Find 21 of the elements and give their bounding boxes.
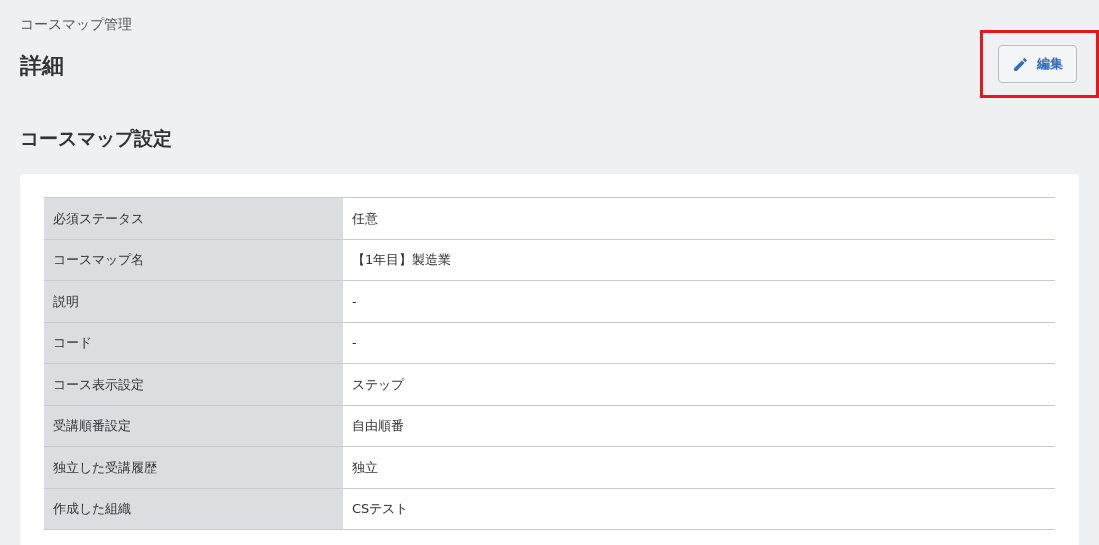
row-value: - [343,280,1055,322]
edit-button[interactable]: 編集 [998,45,1077,83]
row-label: 独立した受講履歴 [44,446,343,488]
row-label: コースマップ名 [44,239,343,281]
row-label: 作成した組織 [44,488,343,530]
row-label: コード [44,322,343,364]
row-label: 必須ステータス [44,197,343,239]
row-label: コース表示設定 [44,363,343,405]
row-label: 受講順番設定 [44,405,343,447]
row-value: 【1年目】製造業 [343,239,1055,281]
row-value: 自由順番 [343,405,1055,447]
pencil-icon [1012,55,1029,73]
row-value: CSテスト [343,488,1055,530]
row-value: - [343,322,1055,364]
breadcrumb: コースマップ管理 [20,15,132,34]
row-value: ステップ [343,363,1055,405]
row-value: 任意 [343,197,1055,239]
page-title: 詳細 [20,52,65,80]
section-title: コースマップ設定 [20,126,173,151]
row-label: 説明 [44,280,343,322]
row-value: 独立 [343,446,1055,488]
